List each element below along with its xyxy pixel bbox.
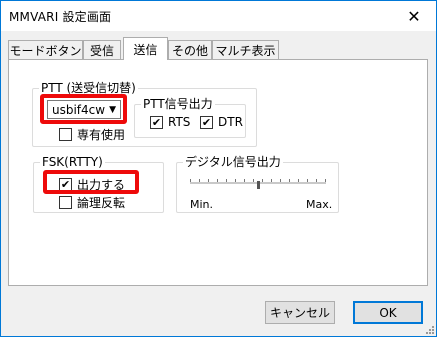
tab-strip: モードボタン 受信 送信 その他 マルチ表示 — [8, 37, 428, 60]
logic-invert-box[interactable] — [59, 196, 72, 209]
slider-tick — [271, 179, 272, 182]
highlight-fsk-output — [43, 170, 139, 194]
slider-tick — [298, 179, 299, 182]
tab-receive[interactable]: 受信 — [83, 40, 121, 59]
resize-grip-icon[interactable] — [424, 324, 434, 334]
tab-other[interactable]: その他 — [168, 40, 212, 59]
slider-tick — [316, 179, 317, 182]
slider-tick — [244, 179, 245, 182]
cancel-button[interactable]: キャンセル — [265, 301, 335, 324]
settings-window: MMVARI 設定画面 ✕ モードボタン 受信 送信 その他 マルチ表示 PTT… — [0, 0, 437, 337]
rts-label: RTS — [168, 115, 191, 129]
exclusive-use-checkbox[interactable]: 専有使用 — [59, 126, 125, 143]
dtr-checkbox[interactable]: ✔ DTR — [200, 115, 243, 129]
ptt-group-label: PTT (送受信切替) — [39, 81, 138, 95]
slider-max-label: Max. — [306, 198, 333, 211]
slider-tick — [307, 179, 308, 182]
rts-checkbox[interactable]: ✔ RTS — [150, 115, 190, 129]
window-title: MMVARI 設定画面 — [9, 10, 112, 24]
exclusive-use-label: 専有使用 — [77, 128, 126, 142]
check-icon[interactable]: ✔ — [150, 115, 163, 129]
tab-transmit[interactable]: 送信 — [123, 37, 168, 60]
slider-tick — [226, 179, 227, 182]
tab-multi-display[interactable]: マルチ表示 — [212, 40, 279, 59]
fsk-group-label: FSK(RTTY) — [40, 155, 105, 169]
tab-mode-buttons[interactable]: モードボタン — [8, 40, 83, 59]
close-icon[interactable]: ✕ — [392, 1, 436, 31]
slider-tick — [208, 179, 209, 182]
ptt-signal-group-label: PTT信号出力 — [141, 97, 215, 111]
slider-tick — [199, 179, 200, 182]
slider-tick — [280, 179, 281, 182]
digital-output-group-label: デジタル信号出力 — [183, 155, 283, 169]
slider-tick — [289, 179, 290, 182]
slider-tick — [325, 179, 326, 182]
slider-tick — [253, 179, 254, 182]
check-icon[interactable]: ✔ — [200, 115, 213, 129]
dtr-label: DTR — [218, 115, 243, 129]
exclusive-use-box[interactable] — [59, 128, 72, 141]
logic-invert-checkbox[interactable]: 論理反転 — [59, 194, 125, 211]
slider-tick — [217, 179, 218, 182]
slider-min-label: Min. — [190, 198, 214, 211]
slider-tick — [235, 179, 236, 182]
logic-invert-label: 論理反転 — [77, 196, 126, 210]
highlight-port-select — [40, 94, 127, 124]
ok-button[interactable]: OK — [353, 301, 423, 324]
title-bar[interactable]: MMVARI 設定画面 ✕ — [1, 1, 436, 31]
slider-thumb[interactable] — [257, 181, 260, 189]
slider-tick — [262, 179, 263, 182]
slider-tick — [190, 179, 191, 182]
